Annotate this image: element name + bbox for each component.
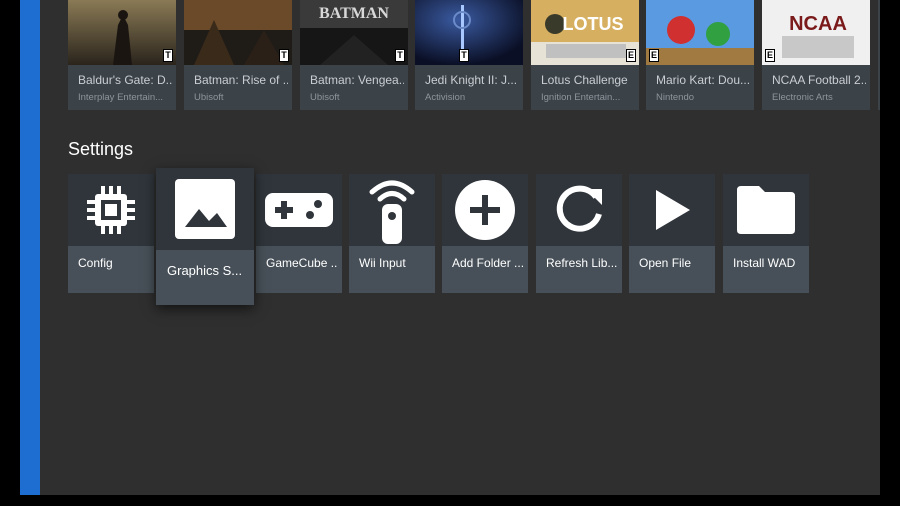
gamepad-icon xyxy=(265,193,333,227)
game-publisher: Nintendo xyxy=(656,92,695,103)
game-card[interactable]: T Jedi Knight II: J... Activision xyxy=(415,0,523,110)
image-icon xyxy=(175,179,235,239)
add-folder-tile[interactable]: Add Folder ... xyxy=(442,174,528,293)
install-wad-tile[interactable]: Install WAD xyxy=(723,174,809,293)
svg-text:LOTUS: LOTUS xyxy=(563,14,624,34)
tile-label: Config xyxy=(78,256,113,270)
game-publisher: Electronic Arts xyxy=(772,92,833,103)
game-card-partial[interactable] xyxy=(878,0,880,110)
games-row: T Baldur's Gate: D... Interplay Entertai… xyxy=(68,0,880,110)
game-card[interactable]: LOTUS E Lotus Challenge Ignition Enterta… xyxy=(531,0,639,110)
graphics-settings-tile[interactable]: Graphics S... xyxy=(156,168,254,305)
refresh-icon xyxy=(556,185,602,232)
rating-badge: E xyxy=(649,49,659,62)
jedi-knight-cover: T xyxy=(415,0,523,65)
game-publisher: Ignition Entertain... xyxy=(541,92,621,103)
add-circle-icon xyxy=(455,180,515,240)
baldurs-gate-cover: T xyxy=(68,0,176,65)
settings-heading: Settings xyxy=(68,139,134,159)
config-tile[interactable]: Config xyxy=(68,174,154,293)
game-publisher: Ubisoft xyxy=(310,92,340,103)
tile-label: Refresh Lib... xyxy=(546,256,618,270)
tile-label: Open File xyxy=(639,256,692,270)
game-title: NCAA Football 2... xyxy=(772,73,866,87)
batman-vengeance-cover: BATMAN T xyxy=(300,0,408,65)
refresh-library-tile[interactable]: Refresh Lib... xyxy=(536,174,622,293)
tile-label: Install WAD xyxy=(733,256,796,270)
tile-label: GameCube ... xyxy=(266,256,338,270)
game-title: Baldur's Gate: D... xyxy=(78,73,172,87)
rating-badge: T xyxy=(395,49,405,62)
wii-remote-icon xyxy=(369,180,415,244)
mario-kart-cover: E xyxy=(646,0,754,65)
chip-icon xyxy=(87,186,135,234)
rating-badge: E xyxy=(765,49,775,62)
rating-badge: T xyxy=(279,49,289,62)
rating-badge: T xyxy=(163,49,173,62)
ncaa-football-cover: NCAA E xyxy=(762,0,870,65)
svg-text:BATMAN: BATMAN xyxy=(319,5,389,22)
folder-icon xyxy=(737,186,795,234)
svg-text:NCAA: NCAA xyxy=(789,13,847,35)
app-screen: T Baldur's Gate: D... Interplay Entertai… xyxy=(20,0,880,495)
lotus-challenge-cover: LOTUS E xyxy=(531,0,639,65)
batman-rise-cover: T xyxy=(184,0,292,65)
game-title: Batman: Vengea... xyxy=(310,73,404,87)
game-card[interactable]: T Batman: Rise of ... Ubisoft xyxy=(184,0,292,110)
rating-badge: T xyxy=(459,49,469,62)
side-rail xyxy=(20,0,40,495)
game-title: Jedi Knight II: J... xyxy=(425,73,518,87)
game-title: Batman: Rise of ... xyxy=(194,73,288,87)
game-title: Lotus Challenge xyxy=(541,73,628,87)
gamecube-input-tile[interactable]: GameCube ... xyxy=(256,174,342,293)
open-file-tile[interactable]: Open File xyxy=(629,174,715,293)
game-publisher: Interplay Entertain... xyxy=(78,92,164,103)
wii-input-tile[interactable]: Wii Input xyxy=(349,174,435,293)
game-card[interactable]: NCAA E NCAA Football 2... Electronic Art… xyxy=(762,0,870,110)
game-title: Mario Kart: Dou... xyxy=(656,73,750,87)
game-publisher: Activision xyxy=(425,92,466,103)
game-card[interactable]: E Mario Kart: Dou... Nintendo xyxy=(646,0,754,110)
tile-label: Add Folder ... xyxy=(452,256,524,270)
tile-label: Wii Input xyxy=(359,256,406,270)
play-icon xyxy=(656,190,690,230)
rating-badge: E xyxy=(626,49,636,62)
game-card[interactable]: T Baldur's Gate: D... Interplay Entertai… xyxy=(68,0,176,110)
tile-label: Graphics S... xyxy=(167,263,243,278)
game-publisher: Ubisoft xyxy=(194,92,224,103)
game-card[interactable]: BATMAN T Batman: Vengea... Ubisoft xyxy=(300,0,408,110)
